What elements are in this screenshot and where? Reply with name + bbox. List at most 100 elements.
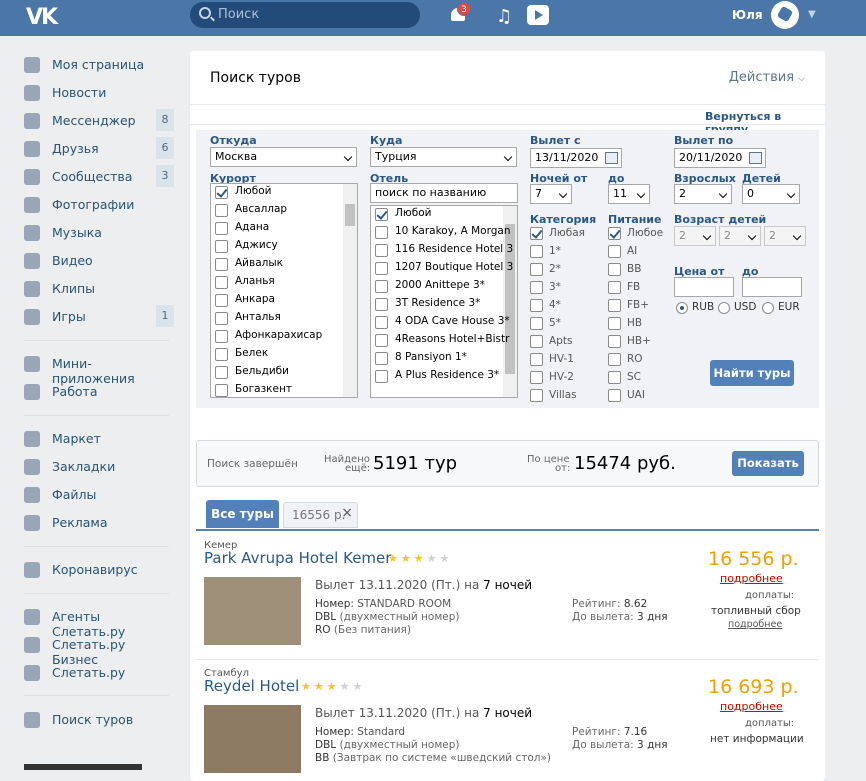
details-link[interactable]: подробнее xyxy=(720,572,783,585)
price-to-input[interactable] xyxy=(742,277,802,297)
sidebar-item-5[interactable]: Сообщества 3 xyxy=(24,165,174,189)
play-icon[interactable] xyxy=(527,5,549,25)
checkbox[interactable] xyxy=(608,227,621,240)
checkbox[interactable] xyxy=(215,240,228,253)
checkbox[interactable] xyxy=(608,317,621,330)
hotel-search-input[interactable]: поиск по названию xyxy=(370,183,518,203)
sidebar-item-15[interactable]: Файлы xyxy=(24,483,174,507)
find-tours-button[interactable]: Найти туры xyxy=(710,360,794,386)
kids-select[interactable]: 0 xyxy=(742,184,800,204)
notifications-bell-icon[interactable]: 3 xyxy=(450,2,471,24)
sidebar-item-13[interactable]: Маркет xyxy=(24,427,174,451)
search-input[interactable]: Поиск xyxy=(190,2,420,28)
checkbox[interactable] xyxy=(375,226,388,239)
sidebar-item-4[interactable]: Друзья 6 xyxy=(24,137,174,161)
adults-select[interactable]: 2 xyxy=(674,184,732,204)
to-select[interactable]: Турция xyxy=(370,147,517,167)
extra-details-link[interactable]: подробнее xyxy=(728,619,782,630)
depart-to-input[interactable]: 20/11/2020 xyxy=(674,148,766,168)
checkbox[interactable] xyxy=(608,335,621,348)
kid-age-select-3[interactable]: 2 xyxy=(764,226,806,246)
checkbox[interactable] xyxy=(375,280,388,293)
checkbox[interactable] xyxy=(530,389,543,402)
hotel-name-link[interactable]: Park Avrupa Hotel Kemer xyxy=(204,549,391,567)
checkbox[interactable] xyxy=(530,353,543,366)
checkbox[interactable] xyxy=(608,371,621,384)
vk-logo[interactable]: VK xyxy=(26,5,58,30)
tab-all-tours[interactable]: Все туры xyxy=(206,500,279,528)
sidebar-item-16[interactable]: Реклама xyxy=(24,511,174,535)
sidebar-item-9[interactable]: Клипы xyxy=(24,277,174,301)
sidebar-item-1[interactable]: Моя страница xyxy=(24,53,174,77)
sidebar-item-12[interactable]: Работа xyxy=(24,380,174,404)
checkbox[interactable] xyxy=(530,281,543,294)
checkbox[interactable] xyxy=(375,298,388,311)
checkbox[interactable] xyxy=(215,222,228,235)
nights-from-select[interactable]: 7 xyxy=(530,184,572,204)
kid-age-select-1[interactable]: 2 xyxy=(674,226,716,246)
checkbox[interactable] xyxy=(530,335,543,348)
checkbox[interactable] xyxy=(215,366,228,379)
checkbox[interactable] xyxy=(530,263,543,276)
checkbox[interactable] xyxy=(608,299,621,312)
chevron-down-icon[interactable]: ▼ xyxy=(808,9,816,20)
hotel-name-link[interactable]: Reydel Hotel xyxy=(204,677,299,695)
from-select[interactable]: Москва xyxy=(210,147,357,167)
hotel-photo[interactable] xyxy=(204,577,301,645)
checkbox[interactable] xyxy=(215,312,228,325)
avatar[interactable] xyxy=(771,1,799,29)
price-from-input[interactable] xyxy=(674,277,734,297)
checkbox[interactable] xyxy=(375,352,388,365)
sidebar-item-10[interactable]: Игры 1 xyxy=(24,305,174,329)
checkbox[interactable] xyxy=(375,262,388,275)
checkbox[interactable] xyxy=(530,317,543,330)
sidebar-item-21[interactable]: Поиск туров xyxy=(24,708,174,732)
resort-list[interactable]: Любой Авсаллар Адана Аджису Айвалык Аланья Анк… xyxy=(210,183,358,398)
sidebar-item-8[interactable]: Видео xyxy=(24,249,174,273)
checkbox[interactable] xyxy=(215,276,228,289)
currency-eur-radio[interactable] xyxy=(762,302,774,314)
checkbox[interactable] xyxy=(375,244,388,257)
sidebar-item-19[interactable]: Слетать.ру Бизнес xyxy=(24,633,174,667)
checkbox[interactable] xyxy=(530,227,543,240)
details-link[interactable]: подробнее xyxy=(720,700,783,713)
checkbox[interactable] xyxy=(215,348,228,361)
currency-rub-radio[interactable] xyxy=(676,302,688,314)
nights-to-select[interactable]: 11 xyxy=(608,184,650,204)
checkbox[interactable] xyxy=(215,294,228,307)
hotel-photo[interactable] xyxy=(204,705,301,773)
checkbox[interactable] xyxy=(608,245,621,258)
checkbox[interactable] xyxy=(608,389,621,402)
music-icon[interactable]: ♫ xyxy=(496,6,512,27)
checkbox[interactable] xyxy=(375,370,388,383)
kid-age-select-2[interactable]: 2 xyxy=(719,226,761,246)
sidebar-item-7[interactable]: Музыка xyxy=(24,221,174,245)
user-name[interactable]: Юля xyxy=(732,8,763,22)
sidebar-item-3[interactable]: Мессенджер 8 xyxy=(24,109,174,133)
checkbox[interactable] xyxy=(375,208,388,221)
sidebar-item-2[interactable]: Новости xyxy=(24,81,174,105)
hotel-list[interactable]: Любой 10 Karakoy, A Morgan 116 Residence H… xyxy=(370,205,518,398)
checkbox[interactable] xyxy=(608,353,621,366)
checkbox[interactable] xyxy=(375,316,388,329)
sidebar-item-6[interactable]: Фотографии xyxy=(24,193,174,217)
sidebar-item-18[interactable]: Агенты Слетать.ру xyxy=(24,605,174,639)
checkbox[interactable] xyxy=(608,281,621,294)
sidebar-item-20[interactable]: Слетать.ру xyxy=(24,661,174,685)
checkbox[interactable] xyxy=(530,245,543,258)
tab-price[interactable]: 16556 р. × xyxy=(283,502,358,528)
sidebar-item-17[interactable]: Коронавирус xyxy=(24,558,174,582)
checkbox[interactable] xyxy=(530,299,543,312)
checkbox[interactable] xyxy=(215,204,228,217)
checkbox[interactable] xyxy=(215,258,228,271)
checkbox[interactable] xyxy=(215,330,228,343)
depart-from-input[interactable]: 13/11/2020 xyxy=(530,148,622,168)
checkbox[interactable] xyxy=(530,371,543,384)
sidebar-item-14[interactable]: Закладки xyxy=(24,455,174,479)
checkbox[interactable] xyxy=(215,384,228,397)
currency-usd-radio[interactable] xyxy=(718,302,730,314)
sidebar-item-11[interactable]: Мини-приложения xyxy=(24,352,174,386)
checkbox[interactable] xyxy=(375,334,388,347)
checkbox[interactable] xyxy=(215,186,228,199)
actions-menu[interactable]: Действия ⌵ xyxy=(729,70,805,85)
